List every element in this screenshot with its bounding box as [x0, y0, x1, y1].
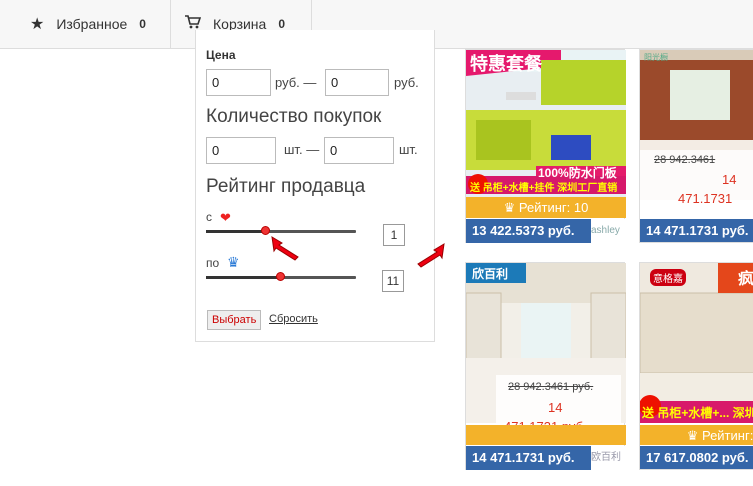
crown-icon: ♛ [686, 428, 702, 443]
rating-to-label: по [206, 256, 220, 270]
favorites-tab[interactable]: ★ Избранное 0 [0, 0, 171, 48]
brand-logo: ashley [591, 219, 626, 243]
banner-title: 意格嘉 [650, 269, 686, 286]
banner-title: 欣百利 [472, 267, 509, 281]
rating-title: Рейтинг продавца [206, 176, 366, 197]
banner-text: 送 吊柜+水槽+挂件 深圳工厂直销 [470, 183, 618, 194]
product-rating: ♛ Рейтинг: 10 [466, 197, 626, 218]
purchases-title: Количество покупок [206, 106, 382, 127]
annotation-arrow-icon [417, 243, 445, 268]
price-from-input[interactable] [206, 69, 271, 96]
product-rating: ♛ Рейтинг: [640, 425, 753, 445]
product-card[interactable]: 欣百利 28 942.3461 руб. 14 471.1731 руб. 14… [465, 262, 626, 470]
price-label: Цена [206, 48, 236, 62]
product-image[interactable]: 特惠套餐 100%防水门板 送 吊柜+水槽+挂件 深圳工厂直销 [466, 50, 626, 200]
favorites-label: Избранное [56, 16, 128, 32]
old-price: 28 942.3461 руб. [508, 381, 594, 393]
rating-from-fill [206, 230, 266, 233]
price-unit-from: руб. — [275, 75, 317, 90]
banner-title: 特惠套餐 [470, 54, 542, 74]
product-card[interactable]: 阳光橱 28 942.3461 14 471.1731 14 471.1731 … [639, 49, 753, 243]
filter-panel: Цена руб. — руб. Количество покупок шт. … [195, 30, 445, 342]
reset-link[interactable]: Сбросить [269, 313, 318, 325]
product-card[interactable]: 特惠套餐 100%防水门板 送 吊柜+水槽+挂件 深圳工厂直销 ♛ Рейтин… [465, 49, 626, 243]
banner-corner: 疯 [738, 271, 753, 288]
qty-unit-from: шт. — [284, 142, 320, 157]
rating-to-handle[interactable] [276, 272, 285, 281]
new-price: 14 [722, 172, 737, 187]
purchases-from-input[interactable] [206, 137, 276, 164]
banner-text: 送 吊柜+水槽+... 深圳 [642, 406, 753, 420]
heart-icon: ❤ [220, 210, 231, 225]
crown-icon: ♛ [227, 254, 240, 270]
product-price[interactable]: 13 422.5373 руб. [466, 219, 591, 243]
favorites-count: 0 [139, 17, 146, 31]
product-image[interactable]: 意格嘉 疯 送 吊柜+水槽+... 深圳 [640, 263, 753, 423]
product-card[interactable]: 意格嘉 疯 送 吊柜+水槽+... 深圳 ♛ Рейтинг: 17 617.0… [639, 262, 753, 470]
price-unit-to: руб. [394, 75, 419, 90]
apply-button[interactable]: Выбрать [207, 310, 262, 330]
product-price[interactable]: 14 471.1731 руб. [466, 446, 591, 470]
purchases-to-input[interactable] [324, 137, 394, 164]
brand-logo: 欧百利 [591, 446, 626, 470]
price-to-input[interactable] [325, 69, 389, 96]
product-image[interactable]: 欣百利 [466, 263, 626, 423]
old-price: 28 942.3461 [654, 154, 716, 166]
star-icon: ★ [30, 16, 45, 33]
product-price[interactable]: 17 617.0802 руб. [640, 446, 753, 469]
rating-to-fill [206, 276, 281, 279]
rating-from-value: 1 [383, 224, 405, 246]
crown-icon: ♛ [503, 200, 519, 215]
product-price[interactable]: 14 471.1731 руб. [640, 219, 753, 242]
qty-unit-to: шт. [399, 142, 418, 157]
rating-from-label: с [206, 210, 212, 224]
cart-count: 0 [278, 17, 286, 31]
new-price: 14 [548, 400, 563, 415]
banner-title: 阳光橱 [644, 53, 668, 62]
annotation-arrow-icon [271, 236, 299, 261]
product-rating [466, 425, 626, 445]
rating-to-value: 11 [382, 270, 404, 292]
